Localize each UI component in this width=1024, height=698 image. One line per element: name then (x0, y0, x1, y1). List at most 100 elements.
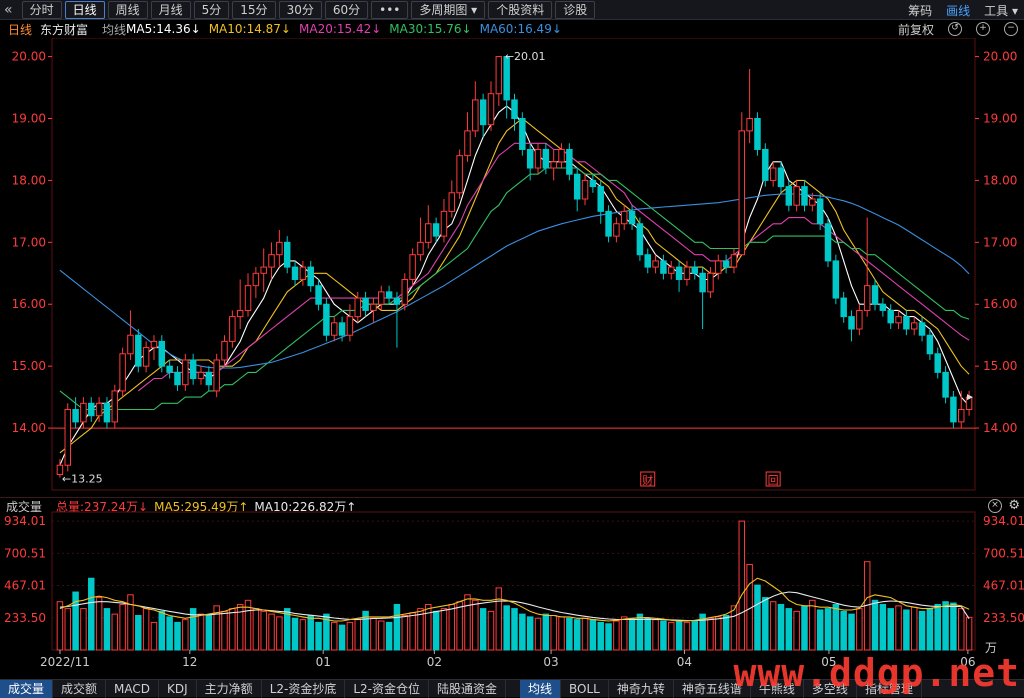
volume-bar (942, 601, 949, 651)
volume-bar (613, 620, 620, 651)
tab-5[interactable]: 15分 (232, 0, 276, 19)
tab-4[interactable]: 5分 (193, 0, 230, 19)
candle-body (189, 359, 197, 380)
volume-bar (715, 616, 722, 651)
candle-body (330, 322, 338, 336)
indicator-tab-7[interactable]: 陆股通资金 (429, 679, 507, 698)
candle-body (519, 117, 526, 150)
volume-bar (589, 619, 597, 651)
tab-7[interactable]: 60分 (324, 0, 369, 19)
candle-body (856, 309, 863, 330)
volume-bar (338, 624, 346, 651)
volume-bar (691, 620, 699, 651)
y-tick-label-left: 14.00 (12, 421, 46, 435)
y-tick-label-right: 16.00 (983, 297, 1017, 311)
volume-bar (722, 615, 730, 651)
toolbar-right-item-1[interactable]: 画线 (946, 2, 970, 19)
volume-tick-right: 700.51 (983, 546, 1024, 560)
volume-bar (448, 603, 456, 651)
candle-body (526, 148, 534, 169)
event-marker: 回 (768, 474, 779, 487)
indicator-tab-0[interactable]: 均线 (520, 679, 562, 698)
candle-body (323, 303, 330, 336)
date-label: 04 (677, 655, 692, 669)
tab-3[interactable]: 月线 (150, 0, 191, 19)
candle-body (142, 347, 150, 367)
candle-body (816, 198, 824, 225)
volume-bar (519, 613, 526, 651)
tab-10[interactable]: 个股资料 (488, 0, 553, 19)
candle-body (393, 297, 401, 305)
volume-bar (315, 621, 322, 651)
toolbar-right-item-0[interactable]: 筹码 (908, 2, 932, 19)
zoom-out-icon[interactable]: − (1004, 22, 1018, 36)
indicator-tab-1[interactable]: BOLL (561, 679, 609, 698)
volume-bar (707, 617, 714, 651)
indicator-tab-4[interactable]: 主力净额 (197, 679, 262, 698)
ma-legend-item: MA30:15.76↓ (389, 22, 472, 36)
date-label: 03 (543, 655, 558, 669)
volume-bar (558, 616, 565, 651)
volume-bar (346, 621, 354, 651)
back-icon[interactable]: ↺ (948, 22, 962, 36)
stock-name: 东方财富 (40, 22, 89, 37)
candle-body (840, 297, 847, 318)
indicator-tab-3[interactable]: KDJ (159, 679, 197, 698)
candle-body (769, 167, 777, 181)
tab-1[interactable]: 日线 (64, 0, 105, 19)
indicator-tab-2[interactable]: MACD (106, 679, 160, 698)
tab-0[interactable]: 分时 (21, 0, 62, 19)
candle-body (80, 402, 87, 423)
adjust-mode[interactable]: 前复权 (898, 21, 934, 38)
candle-body (158, 340, 166, 367)
volume-bar (80, 608, 87, 651)
candle-body (260, 266, 267, 274)
tab-2[interactable]: 周线 (107, 0, 148, 19)
tab-6[interactable]: 30分 (278, 0, 322, 19)
candle-body (338, 322, 346, 336)
date-label: 01 (316, 655, 331, 669)
candle-body (111, 390, 119, 423)
volume-bar (683, 621, 691, 651)
indicator-tab-2[interactable]: 神奇九转 (609, 679, 674, 698)
double-chevron-left-icon[interactable]: « (4, 2, 13, 18)
indicator-tab-1[interactable]: 成交额 (53, 679, 107, 698)
candle-body (738, 130, 746, 256)
volume-bar (252, 608, 260, 651)
volume-bar (926, 608, 934, 651)
volume-bar (197, 613, 205, 651)
candle-body (746, 117, 753, 132)
candle-body (135, 334, 142, 367)
y-tick-label-left: 16.00 (12, 297, 46, 311)
candle-body (691, 266, 699, 274)
candlestick-chart[interactable]: 20.00 20.00 19.00 19.00 18.00 18.00 17.00 17.00… (0, 38, 1024, 496)
candle-body (675, 266, 683, 280)
indicator-tab-6[interactable]: L2-资金仓位 (345, 679, 429, 698)
candle-body (958, 409, 965, 423)
indicator-tab-5[interactable]: L2-资金抄底 (262, 679, 346, 698)
ma-legend-item: MA5:14.36↓ (126, 22, 201, 36)
candle-body (628, 210, 636, 225)
volume-bar (918, 610, 926, 651)
zoom-in-icon[interactable]: + (976, 22, 990, 36)
volume-bar (503, 605, 510, 651)
candle-body (832, 260, 840, 299)
toolbar-right-item-2[interactable]: 工具 ▾ (984, 2, 1018, 19)
tab-11[interactable]: 诊股 (555, 0, 596, 19)
volume-bar (856, 608, 863, 651)
date-label: 12 (182, 655, 197, 669)
ma-label: 均线 (102, 22, 127, 37)
volume-bar (354, 619, 361, 651)
tab-8[interactable]: ••• (371, 0, 409, 19)
volume-bar (330, 621, 338, 651)
candle-body (871, 285, 879, 305)
candle-body (644, 254, 651, 268)
volume-bar (652, 619, 659, 651)
volume-bar (840, 610, 847, 651)
candle-body (291, 266, 299, 280)
volume-bar (769, 601, 777, 651)
candle-body (636, 223, 644, 256)
volume-bar (64, 608, 71, 651)
tab-9[interactable]: 多周期图 ▾ (411, 0, 486, 19)
indicator-tab-0[interactable]: 成交量 (0, 679, 54, 698)
